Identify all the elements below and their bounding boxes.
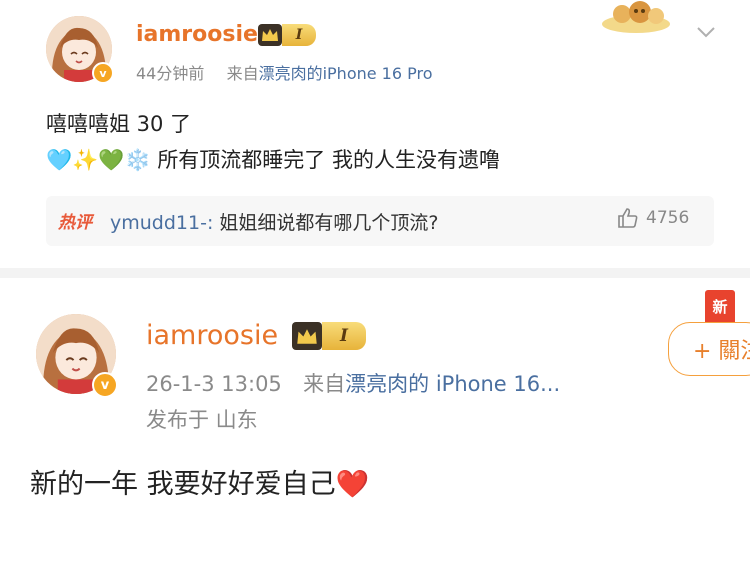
crown-icon <box>258 24 282 46</box>
verified-badge-icon: v <box>92 372 118 398</box>
post2-location: 发布于 山东 <box>146 408 258 432</box>
crown-icon <box>292 322 322 350</box>
member-level-badge[interactable]: I <box>258 24 316 46</box>
follow-button[interactable]: + 關注 <box>668 322 750 376</box>
post2-username[interactable]: iamroosie <box>146 320 278 351</box>
snowflake-icon: ❄️ <box>124 148 151 172</box>
level-number: I <box>322 322 366 350</box>
post2-text-body: 新的一年 我要好好爱自己 <box>30 469 336 500</box>
post1-source-prefix: 来自 <box>226 64 259 83</box>
chevron-down-icon[interactable] <box>696 24 716 38</box>
new-tag: 新 <box>705 290 735 322</box>
light-blue-heart-icon: 🩵 <box>46 148 73 172</box>
red-heart-icon: ❤️ <box>335 469 370 500</box>
post1-time: 44分钟前 <box>136 64 205 83</box>
post1-username[interactable]: iamroosie <box>136 22 258 47</box>
hot-comment-body: ymudd11-: 姐姐细说都有哪几个顶流? <box>110 208 439 235</box>
hot-comment[interactable]: 热评 ymudd11-: 姐姐细说都有哪几个顶流? 4756 <box>46 196 714 246</box>
post1-text-line1: 嘻嘻嘻姐 30 了 <box>46 112 192 136</box>
commenter-name[interactable]: ymudd11-: <box>110 212 213 234</box>
post1-text-line2-body: 所有顶流都睡完了 我的人生没有遗噜 <box>157 148 500 172</box>
member-level-badge[interactable]: I <box>292 322 366 350</box>
comment-text: 姐姐细说都有哪几个顶流? <box>219 212 439 234</box>
post1-text-line2: 🩵✨💚❄️ 所有顶流都睡完了 我的人生没有遗噜 <box>46 144 500 174</box>
green-heart-icon: 💚 <box>98 148 125 172</box>
post2-text: 新的一年 我要好好爱自己❤️ <box>30 462 369 501</box>
post2-source-device[interactable]: 漂亮肉的 iPhone 16... <box>345 372 560 396</box>
hot-comment-tag: 热评 <box>58 213 92 233</box>
thumbs-up-icon <box>618 208 638 228</box>
post2-meta: 26-1-3 13:05 来自漂亮肉的 iPhone 16... <box>146 368 560 398</box>
post1-meta: 44分钟前 来自漂亮肉的iPhone 16 Pro <box>136 60 433 84</box>
sparkles-icon: ✨ <box>72 148 99 172</box>
comment-like-count: 4756 <box>646 208 690 228</box>
level-number: I <box>282 24 316 46</box>
comment-like-button[interactable]: 4756 <box>616 206 689 230</box>
verified-badge-icon: v <box>92 62 114 84</box>
follow-label: + 關注 <box>693 339 750 364</box>
post-divider <box>0 268 750 278</box>
post2-date: 26-1-3 13:05 <box>146 372 282 396</box>
decoration-sticker <box>596 0 676 34</box>
post1-source-device[interactable]: 漂亮肉的iPhone 16 Pro <box>259 64 433 83</box>
post2-source-prefix: 来自 <box>303 372 346 396</box>
